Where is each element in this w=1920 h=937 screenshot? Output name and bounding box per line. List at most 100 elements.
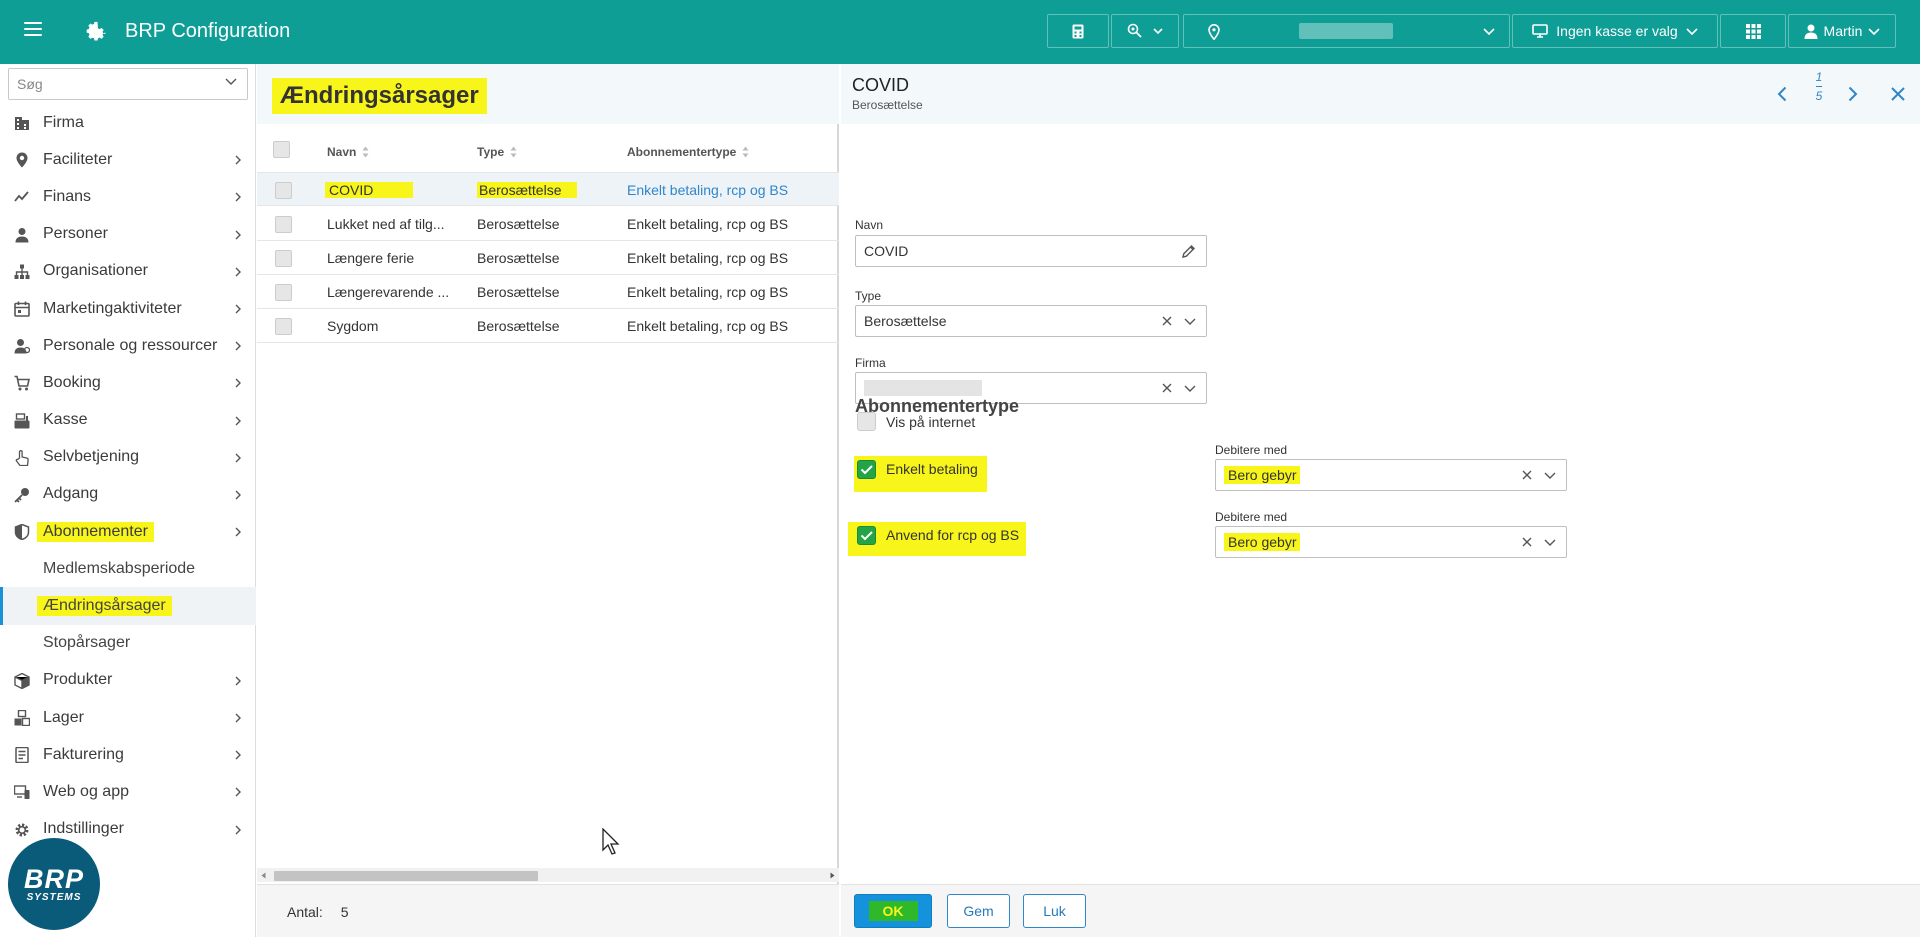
sidebar-item-kasse[interactable]: Kasse bbox=[0, 402, 256, 439]
sidebar-item-label: Lager bbox=[43, 708, 84, 726]
menu-icon[interactable] bbox=[24, 22, 42, 40]
chevron-down-icon[interactable] bbox=[1544, 472, 1556, 479]
close-icon[interactable] bbox=[1891, 87, 1905, 101]
detail-title: COVID bbox=[852, 75, 910, 95]
page-title: Ændringsårsager bbox=[272, 78, 487, 114]
next-icon[interactable] bbox=[1848, 86, 1858, 102]
detail-panel: COVID Berosættelse 1 5 Navn COVID Type B… bbox=[841, 64, 1920, 937]
debitere-med-value: Bero gebyr bbox=[1224, 466, 1301, 484]
sidebar-item-finans[interactable]: Finans bbox=[0, 178, 256, 215]
staff-icon bbox=[14, 339, 30, 354]
sidebar-item-adgang[interactable]: Adgang bbox=[0, 476, 256, 513]
calculator-button[interactable] bbox=[1047, 14, 1109, 48]
row-checkbox[interactable] bbox=[275, 216, 292, 233]
table-row[interactable]: COVID Berosættelse Enkelt betaling, rcp … bbox=[257, 172, 839, 206]
gem-button[interactable]: Gem bbox=[947, 894, 1010, 928]
sidebar-subitem-stopaarsager[interactable]: Stopårsager bbox=[0, 625, 256, 662]
anvend-for-rcp-og-bs-checkbox[interactable] bbox=[857, 526, 876, 545]
enkelt-betaling-checkbox[interactable] bbox=[857, 460, 876, 479]
horizontal-scrollbar[interactable] bbox=[257, 868, 839, 882]
cell-type: Berosættelse bbox=[477, 216, 560, 232]
pager: 1 5 bbox=[1811, 70, 1827, 103]
previous-icon[interactable] bbox=[1777, 86, 1787, 102]
detail-subtitle: Berosættelse bbox=[852, 98, 923, 112]
row-checkbox[interactable] bbox=[275, 284, 292, 301]
row-checkbox[interactable] bbox=[275, 318, 292, 335]
table-row[interactable]: Sygdom Berosættelse Enkelt betaling, rcp… bbox=[257, 309, 839, 343]
column-header-navn[interactable]: Navn bbox=[327, 140, 369, 164]
sidebar-subitem-aendringsaarsager[interactable]: Ændringsårsager bbox=[0, 587, 256, 625]
pager-total: 5 bbox=[1815, 89, 1823, 103]
cell-navn: Sygdom bbox=[327, 318, 379, 334]
chevron-down-icon bbox=[225, 78, 237, 85]
sidebar-item-fakturering[interactable]: Fakturering bbox=[0, 736, 256, 773]
box-icon bbox=[14, 672, 30, 689]
sidebar-item-personer[interactable]: Personer bbox=[0, 216, 256, 253]
chevron-right-icon bbox=[235, 676, 241, 686]
table-row[interactable]: Længere ferie Berosættelse Enkelt betali… bbox=[257, 241, 839, 275]
select-all-checkbox[interactable] bbox=[273, 141, 290, 158]
check-icon bbox=[860, 465, 873, 475]
table-row[interactable]: Lukket ned af tilg... Berosættelse Enkel… bbox=[257, 207, 839, 241]
map-pin-icon bbox=[16, 152, 28, 168]
location-tag-dropdown[interactable] bbox=[1111, 14, 1179, 48]
sidebar-item-organisationer[interactable]: Organisationer bbox=[0, 253, 256, 290]
shield-icon bbox=[14, 524, 30, 541]
devices-icon bbox=[14, 785, 30, 800]
debitere-med-value: Bero gebyr bbox=[1224, 533, 1301, 551]
sidebar-item-marketingaktiviteter[interactable]: Marketingaktiviteter bbox=[0, 290, 256, 327]
type-select[interactable]: Berosættelse bbox=[855, 305, 1207, 337]
sidebar-item-lager[interactable]: Lager bbox=[0, 699, 256, 736]
monitor-icon bbox=[1532, 24, 1549, 38]
sidebar-item-faciliteter[interactable]: Faciliteter bbox=[0, 141, 256, 178]
chevron-right-icon bbox=[235, 304, 241, 314]
clear-icon[interactable] bbox=[1522, 537, 1532, 547]
sidebar-item-label: Web og app bbox=[43, 782, 129, 800]
sidebar-item-label: Ændringsårsager bbox=[37, 596, 172, 617]
column-header-type[interactable]: Type bbox=[477, 140, 517, 164]
cell-abonnementertype: Enkelt betaling, rcp og BS bbox=[627, 318, 789, 334]
chevron-down-icon[interactable] bbox=[1184, 318, 1196, 325]
debitere-med-select[interactable]: Bero gebyr bbox=[1215, 526, 1567, 558]
scrollbar-thumb[interactable] bbox=[274, 871, 538, 881]
navn-label: Navn bbox=[855, 218, 884, 232]
clear-icon[interactable] bbox=[1162, 316, 1172, 326]
clear-icon[interactable] bbox=[1162, 383, 1172, 393]
navn-input[interactable]: COVID bbox=[855, 235, 1207, 267]
row-checkbox[interactable] bbox=[275, 250, 292, 267]
sort-icon bbox=[742, 146, 749, 158]
table-row[interactable]: Længerevarende ... Berosættelse Enkelt b… bbox=[257, 275, 839, 309]
navn-value: COVID bbox=[864, 243, 909, 259]
row-checkbox[interactable] bbox=[275, 182, 292, 199]
sidebar-item-abonnementer[interactable]: Abonnementer bbox=[0, 513, 256, 550]
chevron-down-icon[interactable] bbox=[1184, 385, 1196, 392]
clear-icon[interactable] bbox=[1522, 470, 1532, 480]
sidebar-item-label: Produkter bbox=[43, 671, 113, 689]
register-dropdown[interactable]: Ingen kasse er valg bbox=[1512, 14, 1718, 48]
search-input[interactable]: Søg bbox=[8, 68, 248, 100]
sidebar-item-label: Marketingaktiviteter bbox=[43, 299, 182, 317]
sidebar-subitem-medlemskabsperiode[interactable]: Medlemskabsperiode bbox=[0, 550, 256, 587]
sidebar-item-label: Firma bbox=[43, 113, 84, 131]
sidebar-item-firma[interactable]: Firma bbox=[0, 104, 256, 141]
user-menu[interactable]: Martin bbox=[1788, 14, 1896, 48]
apps-button[interactable] bbox=[1720, 14, 1786, 48]
debitere-med-select[interactable]: Bero gebyr bbox=[1215, 459, 1567, 491]
sidebar-item-label: Personer bbox=[43, 225, 108, 243]
sidebar-item-personale-og-ressourcer[interactable]: Personale og ressourcer bbox=[0, 327, 256, 364]
cell-abonnementertype: Enkelt betaling, rcp og BS bbox=[627, 182, 789, 198]
scroll-right-icon[interactable] bbox=[830, 872, 835, 879]
sidebar-item-web-og-app[interactable]: Web og app bbox=[0, 773, 256, 810]
pencil-icon[interactable] bbox=[1181, 244, 1196, 259]
cell-navn: COVID bbox=[325, 182, 471, 198]
app-title: BRP Configuration bbox=[125, 20, 291, 42]
chevron-down-icon[interactable] bbox=[1544, 539, 1556, 546]
scroll-left-icon[interactable] bbox=[261, 872, 266, 879]
column-header-abonnementertype[interactable]: Abonnementertype bbox=[627, 140, 749, 164]
sidebar-item-produkter[interactable]: Produkter bbox=[0, 662, 256, 699]
sidebar-item-selvbetjening[interactable]: Selvbetjening bbox=[0, 439, 256, 476]
luk-button[interactable]: Luk bbox=[1023, 894, 1086, 928]
sidebar-item-booking[interactable]: Booking bbox=[0, 364, 256, 401]
facility-dropdown[interactable] bbox=[1183, 14, 1510, 48]
ok-button[interactable]: OK bbox=[854, 894, 932, 928]
